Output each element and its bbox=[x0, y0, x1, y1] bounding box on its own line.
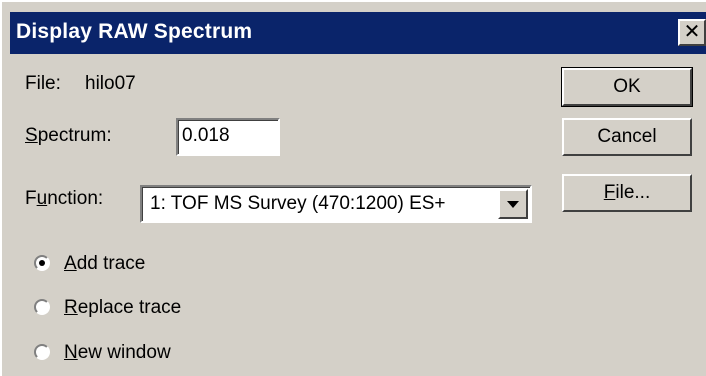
add-trace-text: dd trace bbox=[76, 253, 146, 274]
chevron-down-icon[interactable] bbox=[498, 189, 528, 219]
close-icon: ✕ bbox=[683, 21, 701, 43]
file-button[interactable]: File... bbox=[562, 174, 692, 212]
spectrum-label: Spectrum: bbox=[25, 125, 112, 147]
file-name-value: hilo07 bbox=[85, 73, 136, 94]
spectrum-label-text: pectrum: bbox=[37, 125, 112, 146]
close-button[interactable]: ✕ bbox=[678, 19, 706, 46]
title-bar[interactable]: Display RAW Spectrum ✕ bbox=[10, 12, 706, 54]
replace-trace-label[interactable]: Replace trace bbox=[64, 297, 181, 319]
display-raw-spectrum-dialog: Display RAW Spectrum ✕ File: hilo07 Spec… bbox=[0, 0, 706, 376]
function-label-text: nction: bbox=[47, 188, 104, 209]
add-trace-mnemonic: A bbox=[64, 253, 77, 274]
new-window-label[interactable]: New window bbox=[64, 342, 171, 364]
function-select[interactable]: 1: TOF MS Survey (470:1200) ES+ bbox=[140, 185, 532, 223]
replace-trace-text: eplace trace bbox=[77, 297, 182, 318]
radio-button-add-trace[interactable] bbox=[34, 255, 50, 271]
new-window-mnemonic: N bbox=[64, 342, 78, 363]
function-label-mnemonic: u bbox=[36, 188, 48, 209]
add-trace-label[interactable]: Add trace bbox=[64, 253, 145, 275]
file-button-text: ile... bbox=[615, 182, 651, 203]
file-label: File: bbox=[25, 73, 61, 94]
new-window-text: ew window bbox=[77, 342, 171, 363]
radio-button-new-window[interactable] bbox=[34, 344, 50, 360]
radio-selected-dot bbox=[39, 260, 45, 266]
spectrum-input[interactable]: 0.018 bbox=[176, 118, 280, 156]
spectrum-label-mnemonic: S bbox=[25, 125, 38, 146]
function-selected-value: 1: TOF MS Survey (470:1200) ES+ bbox=[150, 193, 446, 214]
cancel-button[interactable]: Cancel bbox=[562, 118, 692, 156]
file-button-mnemonic: F bbox=[603, 182, 616, 203]
dialog-title: Display RAW Spectrum bbox=[16, 20, 253, 43]
replace-trace-mnemonic: R bbox=[64, 297, 78, 318]
ok-button[interactable]: OK bbox=[561, 67, 693, 107]
function-label: Function: bbox=[25, 188, 103, 210]
radio-button-replace-trace[interactable] bbox=[34, 299, 50, 315]
function-label-first: F bbox=[25, 188, 37, 209]
